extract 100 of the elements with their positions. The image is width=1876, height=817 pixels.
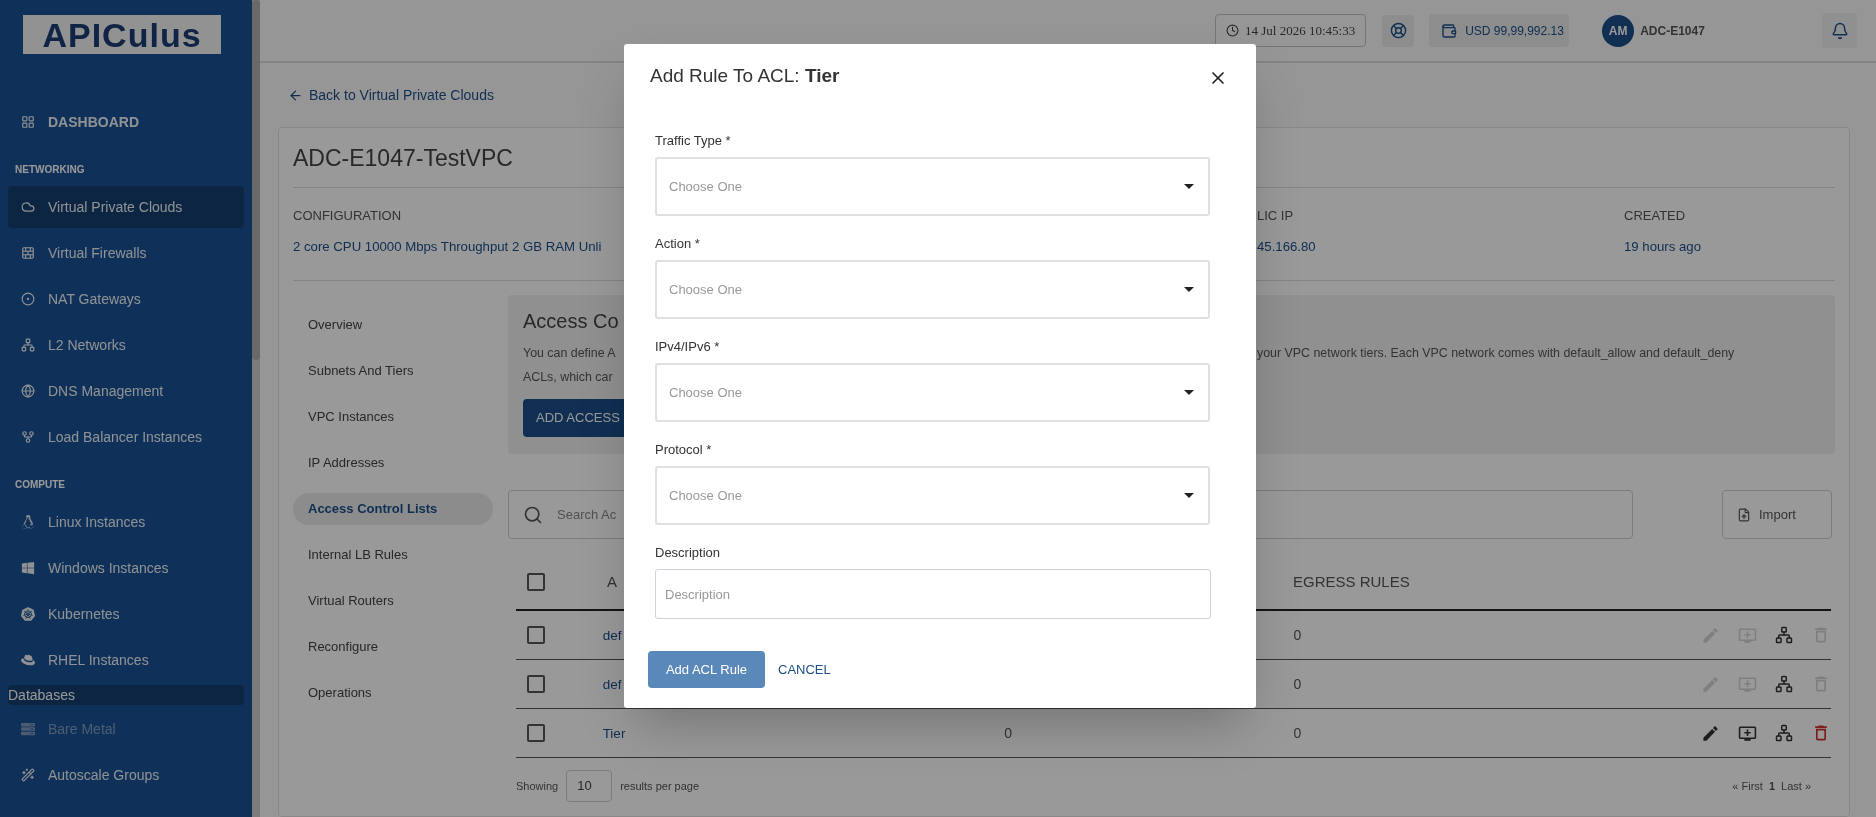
- circle-icon: [21, 292, 35, 306]
- section-tab[interactable]: IP Addresses: [293, 447, 493, 479]
- sidebar-item[interactable]: Windows Instances: [8, 547, 244, 589]
- select-placeholder: Choose One: [669, 383, 742, 402]
- select-field[interactable]: Choose One: [655, 157, 1210, 216]
- sidebar-item[interactable]: L2 Networks: [8, 324, 244, 366]
- import-button[interactable]: Import: [1722, 490, 1832, 539]
- file-upload-icon: [1737, 507, 1751, 522]
- detail-value: 45.166.80: [1257, 238, 1317, 256]
- section-tab[interactable]: Operations: [293, 677, 493, 709]
- field-label: Traffic Type *: [655, 132, 732, 150]
- network-icon[interactable]: [1775, 724, 1793, 742]
- sidebar-item[interactable]: Autoscale Groups: [8, 754, 244, 796]
- dashboard-link[interactable]: DASHBOARD: [8, 101, 244, 143]
- lifebuoy-icon: [1389, 22, 1407, 39]
- penguin-icon: [21, 515, 35, 529]
- add-acl-rule-button[interactable]: Add ACL Rule: [648, 651, 765, 688]
- sidebar-section-heading: NETWORKING: [15, 163, 85, 177]
- date-time: 14 Jul 2026 10:45:33: [1245, 21, 1356, 40]
- sidebar-item[interactable]: NAT Gateways: [8, 278, 244, 320]
- search-field[interactable]: Search Ac: [557, 504, 619, 525]
- detail-label: CREATED: [1624, 207, 1687, 225]
- dialog-title: Add Rule To ACL: Tier: [650, 63, 840, 88]
- sidebar-item[interactable]: DNS Management: [8, 370, 244, 412]
- sidebar-item[interactable]: Load Balancer Instances: [8, 416, 244, 458]
- back-link[interactable]: Back to Virtual Private Clouds: [309, 84, 494, 106]
- dropdown-caret-icon: [1184, 184, 1194, 189]
- sidebar-category[interactable]: Databases: [8, 685, 244, 705]
- balance: USD 99,99,992.13: [1465, 22, 1564, 40]
- avatar[interactable]: AM: [1602, 14, 1635, 47]
- network-icon[interactable]: [1775, 626, 1793, 644]
- sidebar-item[interactable]: Kubernetes: [8, 593, 244, 635]
- helm-wheel-icon: [21, 607, 35, 621]
- cancel-button[interactable]: CANCEL: [778, 659, 831, 680]
- field-label: Description: [655, 544, 722, 562]
- section-tab[interactable]: Access Control Lists: [293, 493, 493, 525]
- search-icon: [523, 504, 543, 525]
- server-icon: [21, 722, 35, 736]
- sidebar-item[interactable]: Linux Instances: [8, 501, 244, 543]
- table-cell: 0: [1293, 627, 1302, 643]
- panel-title: Access Co: [523, 309, 620, 334]
- section-tab[interactable]: Subnets And Tiers: [293, 355, 493, 387]
- wallet-icon: [1441, 22, 1458, 39]
- first-page-link[interactable]: « First: [1732, 777, 1763, 795]
- bell-icon: [1830, 21, 1849, 40]
- balance-box[interactable]: USD 99,99,992.13: [1429, 14, 1570, 47]
- dropdown-caret-icon: [1184, 287, 1194, 292]
- column-header: EGRESS RULES: [1293, 573, 1410, 590]
- last-page-link[interactable]: Last »: [1781, 777, 1811, 795]
- monitor-plus-icon[interactable]: [1738, 723, 1757, 743]
- panel-description: You can define A: [523, 344, 617, 362]
- detail-value: 2 core CPU 10000 Mbps Throughput 2 GB RAM Unli: [293, 238, 603, 256]
- panel-description: your VPC network tiers. Each VPC network comes with default_allow and default_deny: [1257, 344, 1735, 362]
- detail-label: LIC IP: [1257, 207, 1295, 225]
- notifications-button[interactable]: [1822, 13, 1857, 48]
- per-page-label: results per page: [620, 778, 700, 794]
- vpc-name: ADC-E1047-TestVPC: [293, 144, 513, 174]
- table-cell: 0: [1004, 725, 1013, 741]
- acl-name-link[interactable]: Tier: [602, 726, 626, 741]
- grid-icon: [21, 115, 35, 129]
- checkbox[interactable]: [527, 724, 545, 742]
- detail-value: 19 hours ago: [1624, 238, 1702, 256]
- field-label: IPv4/IPv6 *: [655, 338, 721, 356]
- section-tab[interactable]: Reconfigure: [293, 631, 493, 663]
- section-tab[interactable]: Overview: [293, 309, 493, 341]
- clock-icon: [1226, 24, 1239, 37]
- section-tab[interactable]: Virtual Routers: [293, 585, 493, 617]
- branch-icon: [21, 430, 35, 444]
- panel-description: ACLs, which car: [523, 368, 613, 386]
- brick-wall-icon: [21, 246, 35, 260]
- account-name[interactable]: ADC-E1047: [1640, 21, 1705, 40]
- sidebar-item[interactable]: Virtual Firewalls: [8, 232, 244, 274]
- page-size-field[interactable]: 10: [566, 770, 613, 802]
- support-button[interactable]: [1382, 14, 1415, 47]
- sidebar-item[interactable]: RHEL Instances: [8, 639, 244, 681]
- section-tab[interactable]: VPC Instances: [293, 401, 493, 433]
- window-grid-icon: [21, 561, 35, 575]
- column-header: A: [607, 573, 617, 590]
- dropdown-caret-icon: [1184, 390, 1194, 395]
- select-placeholder: Choose One: [669, 280, 742, 299]
- detail-label: CONFIGURATION: [293, 207, 403, 225]
- cloud-icon: [21, 200, 35, 214]
- table-cell: 0: [1293, 676, 1302, 692]
- logo: APICulus: [42, 17, 202, 52]
- section-tab[interactable]: Internal LB Rules: [293, 539, 493, 571]
- network-icon[interactable]: [1775, 675, 1793, 693]
- current-page[interactable]: 1: [1768, 777, 1776, 795]
- select-field[interactable]: Choose One: [655, 363, 1210, 422]
- select-field[interactable]: Choose One: [655, 260, 1210, 319]
- checkbox[interactable]: [527, 573, 545, 591]
- dropdown-caret-icon: [1184, 493, 1194, 498]
- scrollbar-thumb[interactable]: [252, 0, 260, 360]
- select-field[interactable]: Choose One: [655, 466, 1210, 525]
- hat-icon: [21, 653, 35, 667]
- field-label: Action *: [655, 235, 701, 253]
- sidebar-item[interactable]: Virtual Private Clouds: [8, 186, 244, 228]
- field-label: Protocol *: [655, 441, 713, 459]
- description-field[interactable]: Description: [655, 569, 1211, 619]
- select-placeholder: Choose One: [669, 177, 742, 196]
- table-cell: 0: [1293, 725, 1302, 741]
